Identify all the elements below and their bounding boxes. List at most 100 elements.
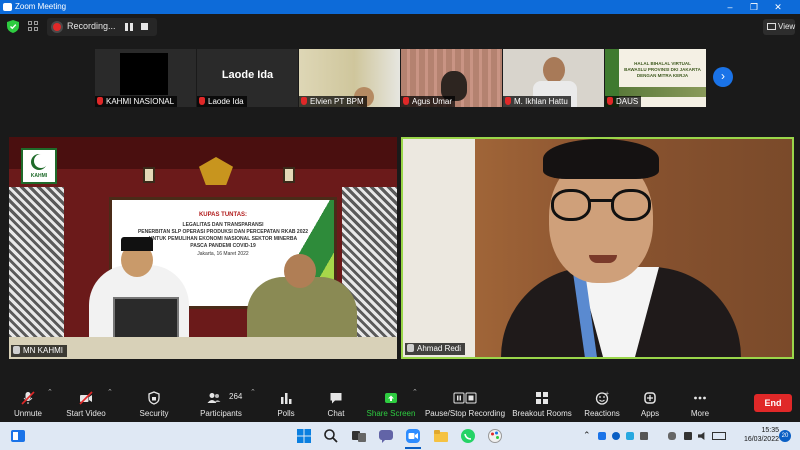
meeting-toolbar: Unmute ⌃ Start Video ⌃ Security 264 Part…: [0, 382, 800, 422]
apps-button[interactable]: Apps: [634, 388, 666, 422]
banner-line: PENERBITAN SLP OPERASI PRODUKSI DAN PERC…: [137, 229, 309, 235]
zoom-tray-icon[interactable]: [598, 432, 606, 440]
participant-name: DAUS: [616, 97, 639, 106]
chevron-right-icon: ›: [721, 69, 725, 83]
participant-thumb-ikhlan-hattu[interactable]: M. Ikhlan Hattu: [503, 49, 604, 107]
taskbar-clock[interactable]: 15:35 16/03/2022: [737, 426, 779, 444]
speaker-hair: [543, 139, 659, 179]
participant-name: Agus Umar: [412, 97, 453, 106]
participants-button[interactable]: 264 Participants: [196, 388, 246, 422]
participant-thumb-elvien[interactable]: Elvien PT BPM: [299, 49, 400, 107]
reactions-smiley-icon: +: [595, 391, 609, 405]
next-page-button[interactable]: ›: [713, 67, 733, 87]
end-meeting-button[interactable]: End: [754, 394, 792, 412]
video-main-left[interactable]: KAHMI KUPAS TUNTAS: LEGALITAS DAN TRANSP…: [9, 137, 397, 359]
paint-app-icon[interactable]: [487, 428, 503, 444]
file-explorer-icon[interactable]: [433, 428, 449, 444]
share-screen-icon: [385, 393, 397, 403]
muted-mic-icon: [97, 97, 103, 105]
pause-stop-icon: [453, 392, 477, 404]
view-button[interactable]: View: [763, 19, 795, 35]
reactions-button[interactable]: + Reactions: [582, 388, 622, 422]
view-label: View: [778, 22, 796, 31]
share-screen-button[interactable]: Share Screen: [366, 388, 416, 422]
battery-icon[interactable]: [712, 432, 726, 440]
participant-thumb-agus-umar[interactable]: Agus Umar: [401, 49, 502, 107]
security-label: Security: [139, 409, 169, 418]
muted-mic-icon: [199, 97, 205, 105]
security-shield-icon: [148, 391, 160, 405]
more-button[interactable]: More: [684, 388, 716, 422]
songkok-cap: [121, 237, 153, 251]
participant-name: Laode Ida: [208, 97, 244, 106]
start-video-label: Start Video: [66, 409, 106, 418]
pause-recording-icon[interactable]: [125, 23, 133, 31]
tray-app-icon[interactable]: [640, 432, 648, 440]
windows-start-icon[interactable]: [296, 428, 312, 444]
zoom-logo-icon: [3, 3, 12, 11]
chevron-up-icon[interactable]: ⌃: [47, 388, 53, 396]
chat-icon: [330, 393, 342, 404]
mic-icon: [13, 346, 20, 354]
apps-icon: [644, 392, 656, 404]
notification-badge[interactable]: 20: [779, 430, 791, 442]
minimize-icon[interactable]: –: [724, 1, 736, 13]
chat-label: Chat: [327, 409, 345, 418]
view-grid-icon[interactable]: [28, 21, 40, 33]
recording-label: Recording...: [67, 21, 116, 31]
participant-name-large: Laode Ida: [221, 69, 274, 81]
participant-thumb-daus[interactable]: HALAL BIHALAL VIRTUAL BAWASLU PROVINSI D…: [605, 49, 706, 107]
participant-name: MN KAHMI: [23, 346, 63, 355]
whatsapp-icon[interactable]: [460, 428, 476, 444]
security-button[interactable]: Security: [134, 388, 174, 422]
chevron-up-icon[interactable]: ⌃: [412, 388, 418, 396]
banner-title: KUPAS TUNTAS:: [198, 212, 248, 218]
video-main-right-active-speaker[interactable]: Ahmad Redi: [401, 137, 794, 359]
start-video-button[interactable]: Start Video: [62, 388, 110, 422]
participants-label: Participants: [200, 409, 242, 418]
laptop: [113, 297, 179, 341]
search-icon[interactable]: [323, 428, 339, 444]
participant-thumb-kahmi-nasional[interactable]: KAHMI NASIONAL: [95, 49, 196, 107]
onedrive-icon[interactable]: [612, 432, 620, 440]
view-layout-icon: [767, 23, 776, 30]
chat-button[interactable]: Chat: [318, 388, 354, 422]
participant-name: Elvien PT BPM: [310, 97, 364, 106]
banner-line: LEGALITAS DAN TRANSPARANSI: [182, 222, 264, 228]
chevron-up-icon[interactable]: ⌃: [107, 388, 113, 396]
participant-name: Ahmad Redi: [417, 344, 462, 353]
table: [9, 337, 397, 359]
portrait-frame: [283, 167, 295, 183]
chevron-up-icon[interactable]: ⌃: [250, 388, 256, 396]
microphone-tray-icon[interactable]: [668, 432, 676, 440]
muted-mic-icon: [505, 97, 511, 105]
more-dots-icon: [694, 396, 706, 400]
kahmi-logo: KAHMI: [21, 148, 57, 184]
tray-app-icon[interactable]: [626, 432, 634, 440]
close-icon[interactable]: ✕: [772, 1, 784, 13]
breakout-rooms-icon: [536, 392, 548, 404]
pause-stop-label: Pause/Stop Recording: [424, 409, 506, 418]
chevron-up-icon[interactable]: ⌃: [583, 430, 591, 441]
muted-mic-icon: [607, 97, 613, 105]
shield-icon[interactable]: [7, 20, 19, 33]
maximize-icon[interactable]: ❐: [748, 1, 760, 13]
wifi-icon[interactable]: [684, 432, 692, 440]
participant-video: [543, 57, 565, 83]
speaker-muted-icon[interactable]: [698, 432, 705, 440]
participant-thumb-laode-ida[interactable]: Laode Ida Laode Ida: [197, 49, 298, 107]
task-view-icon[interactable]: [351, 428, 367, 444]
participant-name: M. Ikhlan Hattu: [514, 97, 568, 106]
more-label: More: [690, 409, 710, 418]
polls-button[interactable]: Polls: [268, 388, 304, 422]
kahmi-logo-text: KAHMI: [30, 173, 48, 179]
unmute-button[interactable]: Unmute: [6, 388, 50, 422]
pause-stop-recording-button[interactable]: Pause/Stop Recording: [424, 388, 506, 422]
stop-recording-icon[interactable]: [141, 23, 148, 30]
glasses-left-lens: [551, 189, 591, 221]
muted-mic-icon: [403, 97, 409, 105]
zoom-app-icon[interactable]: [405, 428, 421, 444]
widgets-icon[interactable]: [10, 428, 26, 444]
teams-chat-icon[interactable]: [378, 428, 394, 444]
breakout-rooms-button[interactable]: Breakout Rooms: [511, 388, 573, 422]
